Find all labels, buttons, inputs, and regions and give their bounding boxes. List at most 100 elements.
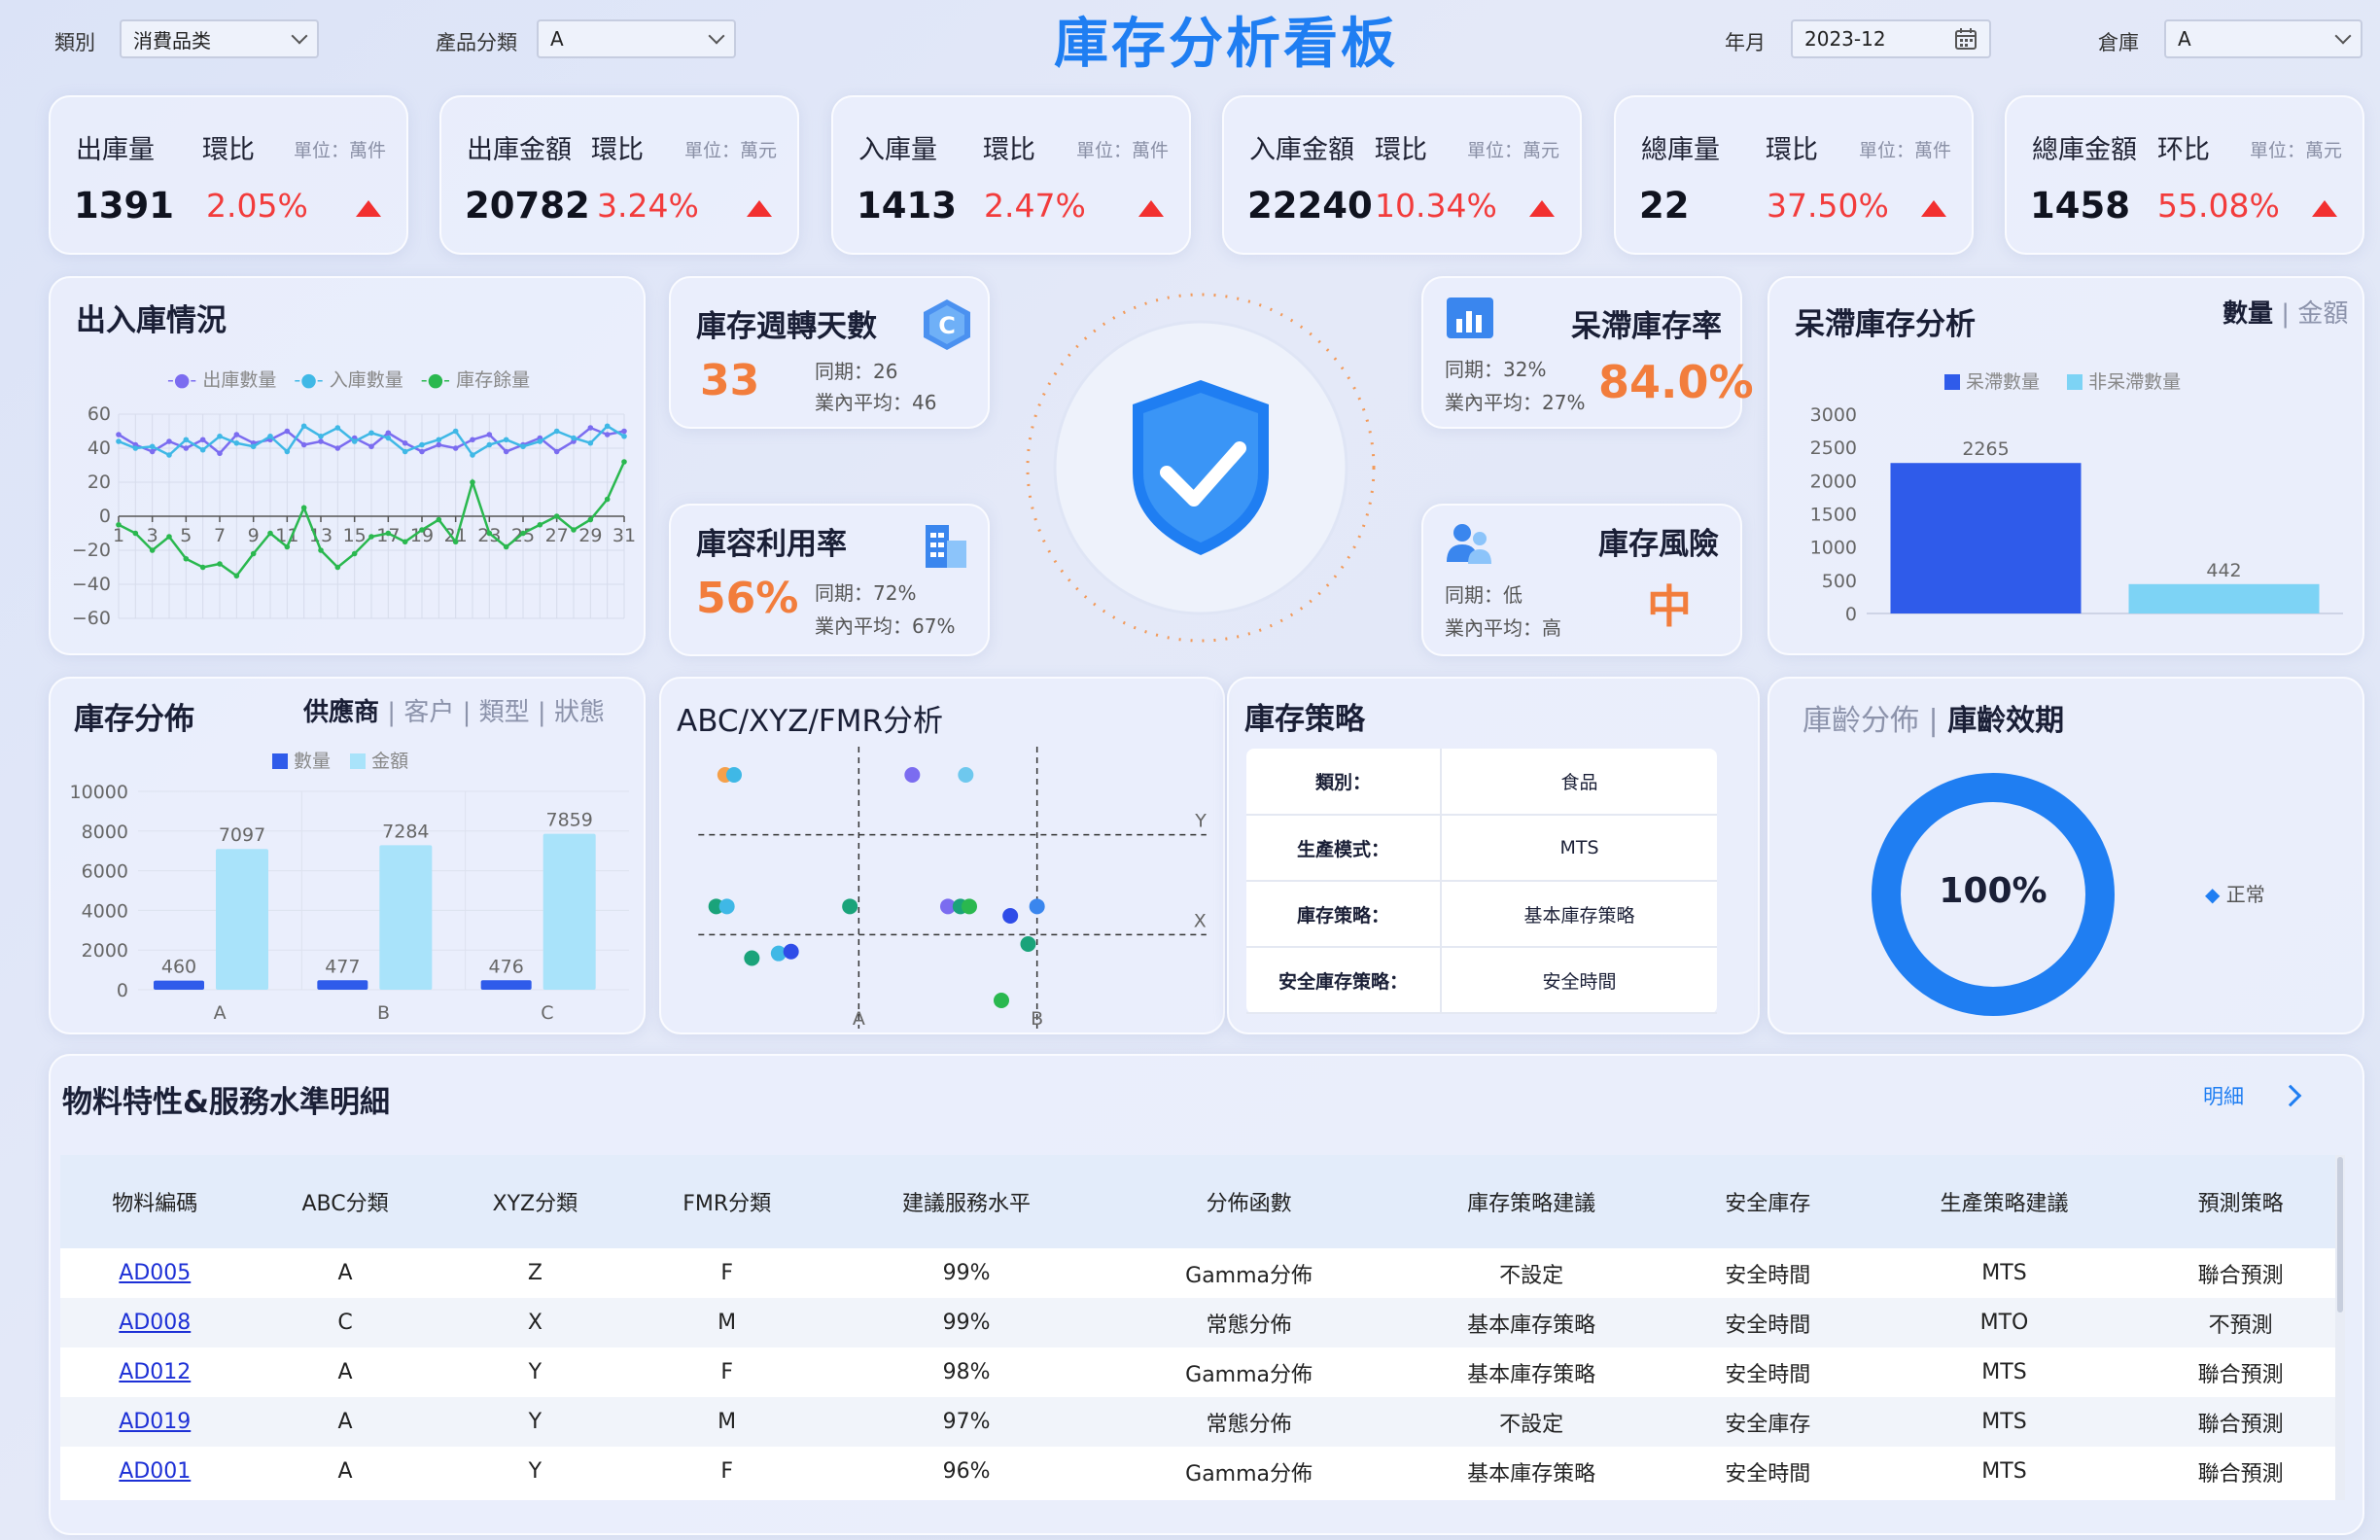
- legend-inbound: -●- 入庫數量: [294, 369, 403, 391]
- tab-age-distribution[interactable]: 庫齡分佈: [1802, 704, 1919, 738]
- table-cell: AD008: [60, 1298, 250, 1348]
- stagnant-title: 呆滯庫存分析: [1795, 307, 1976, 342]
- warehouse-select[interactable]: A: [2164, 19, 2362, 58]
- table-cell: MTO: [1862, 1298, 2147, 1348]
- x-quadrant-label: A: [853, 1008, 865, 1029]
- strategy-key: 庫存策略：: [1246, 881, 1442, 948]
- tab-type[interactable]: 類型: [479, 698, 530, 727]
- scatter-point: [726, 767, 742, 783]
- tab-amount[interactable]: 金額: [2297, 299, 2348, 329]
- series-point: [250, 550, 257, 557]
- kpi-card: 入庫量 環比 單位：萬件 1413 2.47%: [831, 95, 1191, 255]
- strategy-row: 生產模式： MTS: [1246, 815, 1717, 882]
- series-point: [116, 432, 122, 438]
- kpi-change: 55.08%: [2157, 187, 2280, 225]
- series-point: [351, 438, 358, 444]
- table-cell: AD005: [60, 1248, 250, 1298]
- strategy-title: 庫存策略: [1244, 702, 1365, 737]
- turnover-card: 庫存週轉天數 33 同期：26 業內平均：46 C: [669, 276, 990, 429]
- x-tick-label: A: [214, 1002, 227, 1024]
- series-point: [149, 443, 156, 450]
- material-code-link[interactable]: AD005: [119, 1261, 191, 1285]
- table-cell: Gamma分佈: [1107, 1447, 1390, 1496]
- series-point: [621, 428, 627, 435]
- tab-customer[interactable]: 客户: [403, 698, 454, 727]
- series-point: [250, 443, 257, 450]
- detail-title: 物料特性&服務水準明細: [62, 1085, 391, 1120]
- bar: [379, 845, 433, 990]
- tab-status[interactable]: 狀態: [554, 698, 605, 727]
- series-point: [132, 530, 139, 537]
- kpi-unit: 單位：萬件: [1859, 140, 1952, 161]
- series-point: [621, 459, 627, 465]
- age-donut-center: 100%: [1939, 871, 2048, 911]
- series-point: [267, 433, 273, 439]
- series-point: [267, 530, 273, 537]
- kpi-ratio-label: 环比: [2157, 135, 2210, 165]
- x-tick-label: 29: [578, 525, 602, 546]
- table-cell: 聯合預測: [2146, 1348, 2335, 1397]
- kpi-card: 入庫金額 環比 單位：萬元 22240 10.34%: [1222, 95, 1582, 255]
- series-point: [470, 452, 475, 458]
- inout-legend: -●- 出庫數量 -●- 入庫數量 -●- 庫存餘量: [167, 366, 530, 392]
- turnover-title: 庫存週轉天數: [696, 309, 877, 344]
- distribution-bar-chart: 10000 8000 6000 4000 2000 0 A 460 7097 B 477 7284 C 4…: [70, 782, 629, 1024]
- kpi-value: 1458: [2030, 185, 2130, 227]
- series-point: [553, 448, 560, 455]
- series-point: [318, 438, 324, 444]
- series-point: [368, 430, 374, 437]
- series-point: [436, 437, 442, 443]
- scatter-point: [783, 943, 799, 960]
- table-row: AD012 A Y F 98% Gamma分佈 基本庫存策略 安全時間 MTS 聯合預測: [60, 1348, 2335, 1397]
- material-code-link[interactable]: AD012: [119, 1360, 191, 1384]
- table-cell: F: [629, 1348, 825, 1397]
- bar: [542, 833, 596, 990]
- product-select[interactable]: A: [537, 19, 736, 58]
- tab-age-expiry[interactable]: 庫齡效期: [1947, 704, 2064, 738]
- series-point: [318, 433, 324, 439]
- table-cell: 99%: [824, 1248, 1108, 1298]
- y-tick-label: 10000: [70, 782, 128, 803]
- scatter-point: [1020, 936, 1036, 952]
- x-tick-label: C: [541, 1002, 553, 1024]
- month-picker[interactable]: 2023-12: [1791, 19, 1991, 58]
- series-point: [587, 439, 594, 446]
- series-point: [385, 430, 392, 437]
- strategy-key: 生產模式：: [1246, 815, 1442, 882]
- kpi-ratio-label: 環比: [591, 135, 644, 165]
- table-cell: 聯合預測: [2146, 1248, 2335, 1298]
- column-header: XYZ分類: [440, 1155, 630, 1248]
- bar-value-label: 442: [2206, 560, 2241, 581]
- scrollbar-thumb[interactable]: [2337, 1157, 2343, 1312]
- series-point: [503, 437, 509, 443]
- category-select[interactable]: 消費品类: [120, 19, 319, 58]
- series-point: [470, 479, 475, 485]
- y-tick-label: 1000: [1810, 538, 1857, 559]
- detail-scrollbar[interactable]: [2335, 1155, 2345, 1500]
- x-tick-label: 1: [113, 525, 124, 546]
- series-point: [166, 534, 172, 540]
- legend-quantity: 數量: [272, 747, 331, 773]
- tab-quantity[interactable]: 數量: [2222, 299, 2273, 329]
- material-code-link[interactable]: AD001: [119, 1459, 191, 1484]
- detail-link[interactable]: 明細: [2203, 1081, 2302, 1110]
- x-tick-label: 9: [248, 525, 260, 546]
- table-cell: 96%: [824, 1447, 1108, 1496]
- tab-supplier[interactable]: 供應商: [303, 698, 379, 727]
- kpi-name: 總庫金額: [2032, 135, 2137, 165]
- material-code-link[interactable]: AD019: [119, 1410, 191, 1434]
- stagnant-tabs: 數量 | 金額: [2222, 294, 2348, 330]
- table-cell: 聯合預測: [2146, 1397, 2335, 1447]
- product-select-value: A: [550, 27, 564, 51]
- material-code-link[interactable]: AD008: [119, 1311, 191, 1335]
- strategy-key: 類別：: [1246, 749, 1442, 816]
- series-point: [300, 423, 307, 430]
- series-point: [402, 448, 408, 455]
- bar: [216, 849, 268, 990]
- series-point: [233, 432, 240, 438]
- y-tick-label: 3000: [1810, 404, 1857, 426]
- strategy-row: 類別： 食品: [1246, 749, 1717, 816]
- table-cell: Gamma分佈: [1107, 1348, 1390, 1397]
- kpi-value: 1413: [857, 185, 957, 227]
- y-tick-label: 0: [1845, 604, 1857, 625]
